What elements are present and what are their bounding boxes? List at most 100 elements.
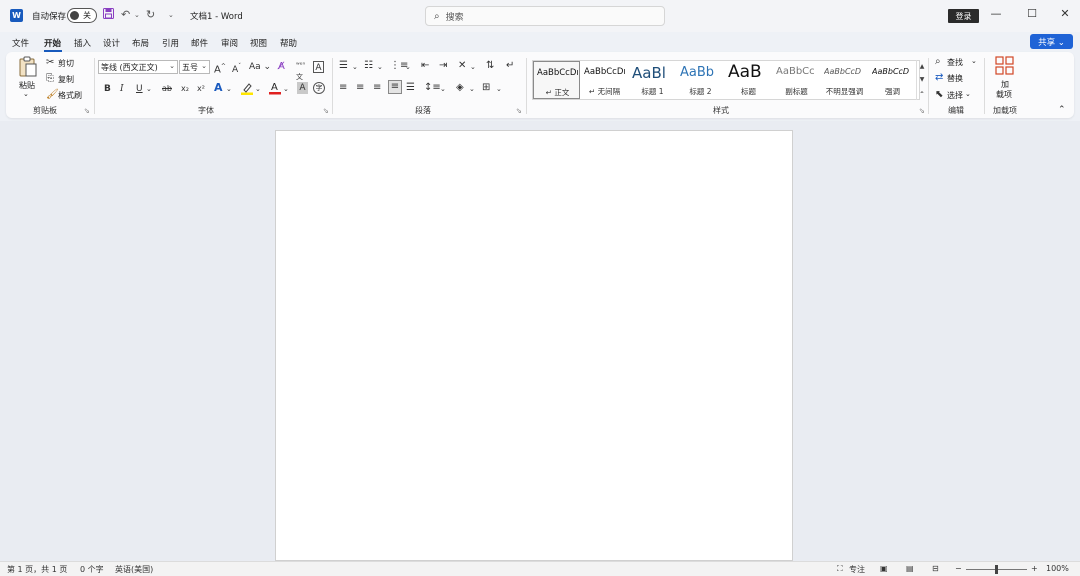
web-layout-icon[interactable]: ⊟ [932,564,939,573]
copy-icon[interactable]: ⎘ [46,73,54,85]
undo-icon[interactable]: ↶ [121,8,130,21]
strikethrough-icon[interactable]: ab [162,83,172,95]
language-indicator[interactable]: 英语(美国) [115,564,153,575]
character-shading-icon[interactable]: A [297,82,308,94]
share-button[interactable]: 共享 ⌄ [1030,34,1073,49]
style-normal[interactable]: AaBbCcDı ↵ 正文 [533,61,580,99]
tab-layout[interactable]: 布局 [132,37,149,49]
align-left-icon[interactable]: ≡ [339,82,347,94]
bullets-dropdown-icon[interactable]: ⌄ [352,61,358,73]
grow-font-icon[interactable]: A^ [214,61,226,76]
style-subtle-emphasis[interactable]: AaBbCcD 不明显强调 [821,61,868,99]
tab-insert[interactable]: 插入 [74,37,91,49]
cut-label[interactable]: 剪切 [58,58,74,69]
find-label[interactable]: 查找 [947,57,963,68]
select-icon[interactable]: ⬉ [935,89,943,101]
font-name-select[interactable]: 等线 (西文正文) ⌄ [98,60,178,74]
save-icon[interactable] [103,8,114,22]
print-layout-icon[interactable]: ▤ [906,564,914,573]
scroll-down-icon[interactable]: ▼ [917,73,927,86]
clipboard-launcher-icon[interactable]: ⬂ [84,107,90,115]
line-spacing-dropdown-icon[interactable]: ⌄ [440,83,446,95]
replace-label[interactable]: 替换 [947,73,963,84]
italic-icon[interactable]: I [120,83,124,95]
enclose-characters-icon[interactable]: 字 [313,82,325,94]
tab-design[interactable]: 设计 [103,37,120,49]
highlight-icon[interactable] [241,82,253,99]
justify-icon[interactable]: ≡ [388,80,402,94]
close-icon[interactable]: ✕ [1055,7,1075,20]
zoom-level[interactable]: 100% [1046,564,1069,573]
superscript-icon[interactable]: x² [197,83,205,95]
shrink-font-icon[interactable]: Aˇ [232,61,241,76]
borders-dropdown-icon[interactable]: ⌄ [496,83,502,95]
clear-formatting-icon[interactable]: A̸ [278,61,285,73]
align-right-icon[interactable]: ≡ [373,82,381,94]
font-color-icon[interactable]: A [269,81,281,99]
addins-icon[interactable] [995,56,1014,79]
shading-icon[interactable]: ◈ [456,82,464,94]
paste-icon[interactable] [18,56,38,83]
copy-label[interactable]: 复制 [58,74,74,85]
tab-file[interactable]: 文件 [12,37,29,49]
style-emphasis[interactable]: AaBbCcD 强调 [869,61,916,99]
numbering-dropdown-icon[interactable]: ⌄ [377,61,383,73]
text-effects-icon[interactable]: A [214,82,223,94]
style-no-spacing[interactable]: AaBbCcDı ↵ 无间隔 [581,61,628,99]
search-box[interactable]: ⌕ 搜索 [425,6,665,26]
tab-help[interactable]: 帮助 [280,37,297,49]
style-heading-2[interactable]: AaBb 标题 2 [677,61,724,99]
style-title[interactable]: AaB 标题 [725,61,772,99]
decrease-indent-icon[interactable]: ⇤ [421,60,429,72]
minimize-icon[interactable]: — [986,7,1006,20]
focus-label[interactable]: 专注 [849,564,865,575]
customize-qat-icon[interactable]: ⌄ [168,11,174,19]
cut-icon[interactable]: ✂ [46,57,54,69]
show-marks-icon[interactable]: ↵ [506,60,514,72]
text-effects-dropdown-icon[interactable]: ⌄ [226,83,232,95]
more-styles-icon[interactable]: ⩡ [917,86,927,99]
undo-dropdown-icon[interactable]: ⌄ [134,11,140,19]
find-dropdown-icon[interactable]: ⌄ [971,57,977,65]
multilevel-list-dropdown-icon[interactable]: ⌄ [405,61,411,73]
focus-icon[interactable]: ⛶ [837,564,843,574]
bold-icon[interactable]: B [104,83,111,95]
character-border-icon[interactable]: A [313,61,324,73]
find-icon[interactable]: ⌕ [935,56,941,68]
numbering-icon[interactable]: ☷ [364,60,373,72]
subscript-icon[interactable]: x₂ [181,83,189,95]
line-spacing-icon[interactable]: ↕≡ [424,82,441,94]
phonetic-guide-icon[interactable]: ʷᵉⁿ 文 [296,59,305,83]
select-label[interactable]: 选择 [947,90,963,101]
word-count[interactable]: 0 个字 [80,564,104,575]
replace-icon[interactable]: ⇄ [935,72,943,84]
underline-dropdown-icon[interactable]: ⌄ [146,83,152,95]
paste-dropdown-icon[interactable]: ⌄ [23,90,29,98]
zoom-out-icon[interactable]: − [955,564,962,573]
sort-icon[interactable]: ⇅ [486,60,494,72]
document-page[interactable] [275,130,793,561]
tab-mailings[interactable]: 邮件 [191,37,208,49]
redo-icon[interactable]: ↻ [146,8,155,21]
zoom-in-icon[interactable]: + [1031,564,1038,573]
shading-dropdown-icon[interactable]: ⌄ [469,83,475,95]
read-mode-icon[interactable]: ▣ [880,564,888,573]
maximize-icon[interactable]: ☐ [1022,7,1042,20]
scroll-up-icon[interactable]: ▲ [917,60,927,73]
format-painter-icon[interactable]: 🖌 [46,89,59,101]
collapse-ribbon-icon[interactable]: ⌃ [1058,104,1066,116]
styles-launcher-icon[interactable]: ⬂ [919,107,925,115]
addins-label-line2[interactable]: 载项 [996,89,1012,100]
zoom-slider-thumb[interactable] [995,565,998,574]
tab-review[interactable]: 审阅 [221,37,238,49]
tab-home[interactable]: 开始 [44,37,61,49]
tab-references[interactable]: 引用 [162,37,179,49]
underline-icon[interactable]: U [136,83,143,95]
distributed-icon[interactable]: ☰ [406,82,415,94]
chinese-layout-icon[interactable]: ✕ [458,60,466,72]
style-subtitle[interactable]: AaBbCc 副标题 [773,61,820,99]
page-info[interactable]: 第 1 页，共 1 页 [7,564,67,575]
paragraph-launcher-icon[interactable]: ⬂ [516,107,522,115]
bullets-icon[interactable]: ☰ [339,60,348,72]
increase-indent-icon[interactable]: ⇥ [439,60,447,72]
